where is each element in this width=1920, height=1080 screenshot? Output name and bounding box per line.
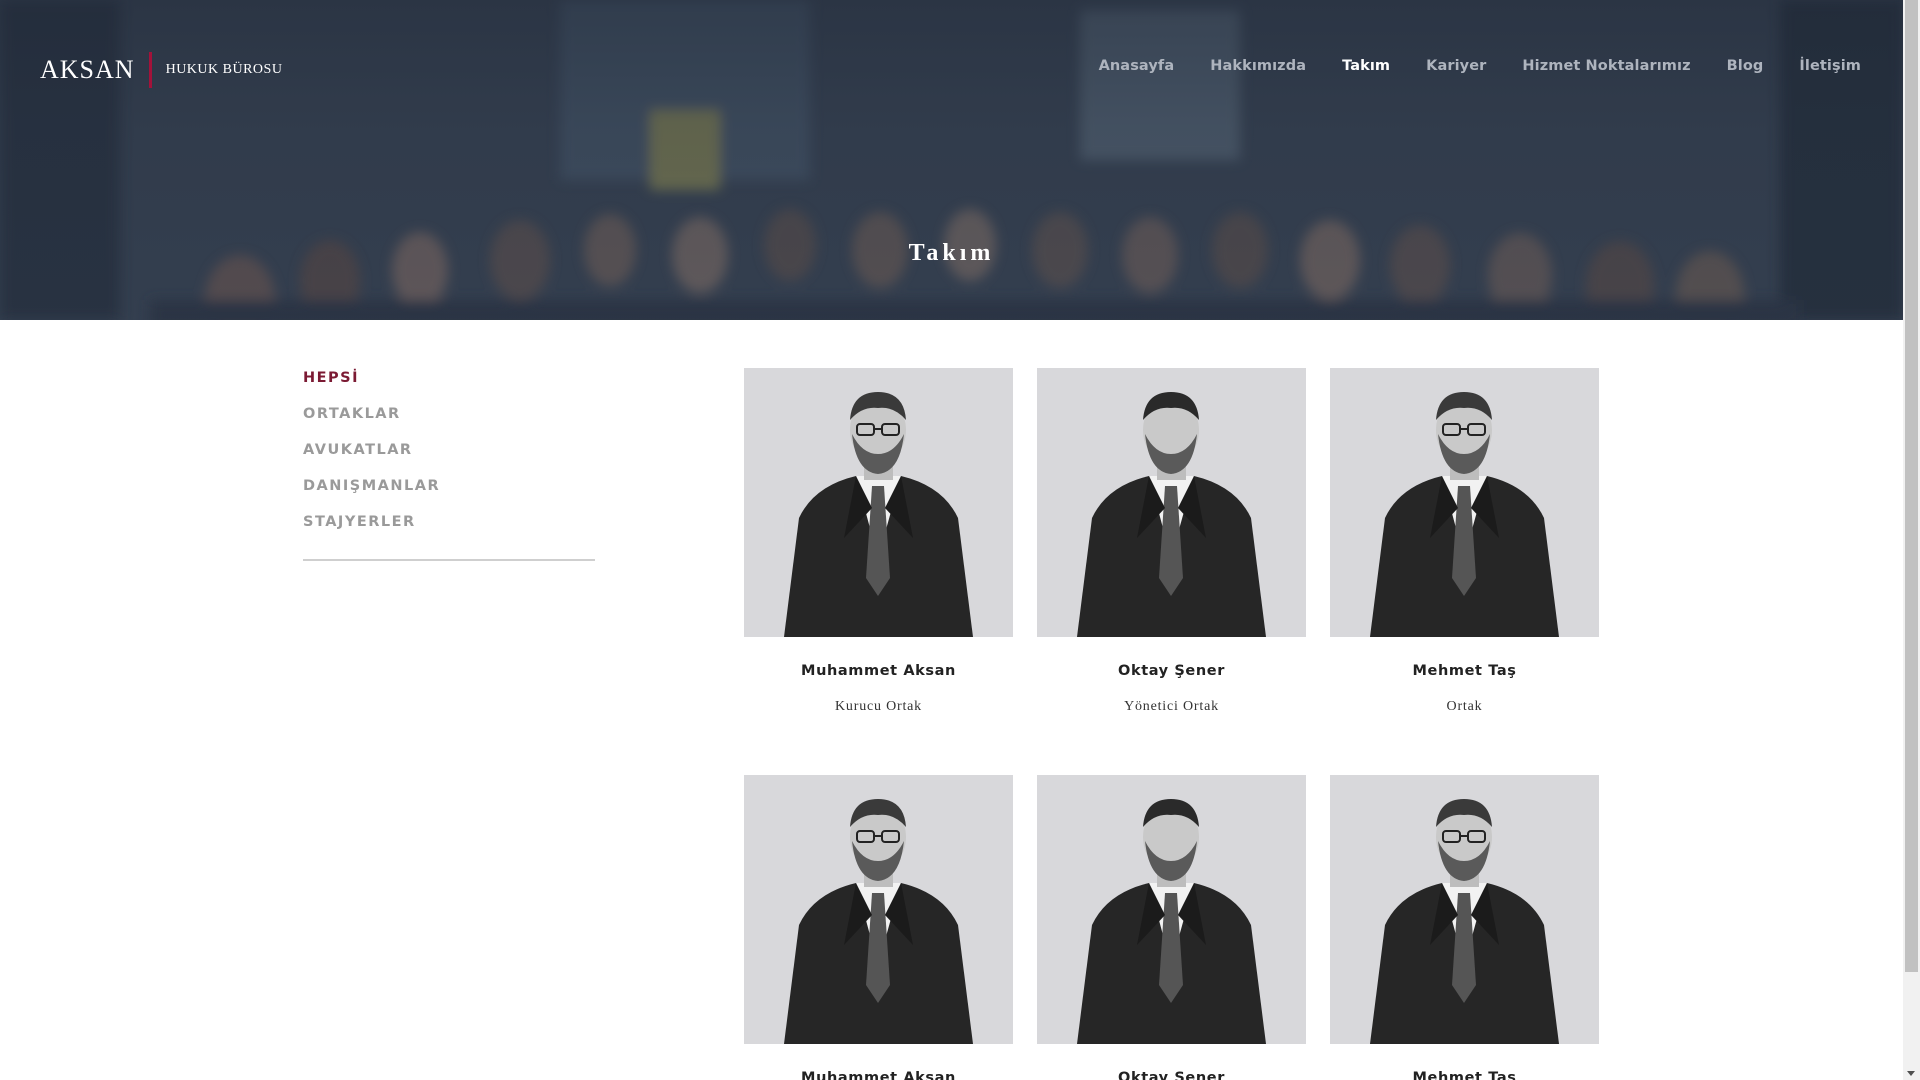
member-photo[interactable]: [744, 775, 1013, 1044]
member-photo[interactable]: [1330, 368, 1599, 637]
nav-item-iletisim[interactable]: İletişim: [1799, 58, 1861, 74]
hero-banner: AKSAN HUKUK BÜROSU Anasayfa Hakkımızda T…: [0, 0, 1903, 320]
portrait-image: [1037, 368, 1306, 637]
page-scrollbar[interactable]: [1903, 0, 1920, 1080]
member-name[interactable]: Muhammet Aksan: [744, 1070, 1013, 1080]
nav-item-hizmet-noktalarimiz[interactable]: Hizmet Noktalarımız: [1522, 58, 1690, 74]
team-filter-list: HEPSİ ORTAKLAR AVUKATLAR DANIŞMANLAR STA…: [303, 365, 595, 561]
team-card[interactable]: Oktay Şener: [1037, 775, 1306, 1080]
team-row: Muhammet Aksan Oktay Şener Mehmet Taş: [744, 775, 1600, 1080]
main-nav: Anasayfa Hakkımızda Takım Kariyer Hizmet…: [1099, 58, 1861, 74]
logo-subtitle: HUKUK BÜROSU: [165, 62, 283, 77]
filter-divider: [303, 559, 595, 561]
portrait-image: [744, 775, 1013, 1044]
team-row: Muhammet Aksan Kurucu Ortak Oktay Şener …: [744, 368, 1600, 715]
filter-consultants[interactable]: DANIŞMANLAR: [303, 473, 595, 509]
team-card[interactable]: Oktay Şener Yönetici Ortak: [1037, 368, 1306, 715]
team-card[interactable]: Mehmet Taş: [1330, 775, 1599, 1080]
member-role: Ortak: [1446, 699, 1483, 714]
member-role: Yönetici Ortak: [1124, 699, 1219, 714]
member-photo[interactable]: [1037, 775, 1306, 1044]
member-photo[interactable]: [1037, 368, 1306, 637]
team-card[interactable]: Muhammet Aksan: [744, 775, 1013, 1080]
team-card[interactable]: Mehmet Taş Ortak: [1330, 368, 1599, 715]
filter-interns[interactable]: STAJYERLER: [303, 509, 595, 545]
member-name[interactable]: Oktay Şener: [1037, 663, 1306, 679]
team-card[interactable]: Muhammet Aksan Kurucu Ortak: [744, 368, 1013, 715]
portrait-image: [1330, 368, 1599, 637]
nav-item-takim[interactable]: Takım: [1342, 58, 1390, 74]
team-grid: Muhammet Aksan Kurucu Ortak Oktay Şener …: [744, 368, 1600, 1080]
portrait-image: [744, 368, 1013, 637]
logo-divider: [148, 52, 152, 88]
page-title: Takım: [908, 240, 995, 266]
nav-item-hakkimizda[interactable]: Hakkımızda: [1210, 58, 1306, 74]
portrait-image: [1330, 775, 1599, 1044]
nav-item-anasayfa[interactable]: Anasayfa: [1099, 58, 1175, 74]
member-name[interactable]: Mehmet Taş: [1330, 1070, 1599, 1080]
filter-all[interactable]: HEPSİ: [303, 365, 595, 401]
nav-item-blog[interactable]: Blog: [1727, 58, 1764, 74]
member-name[interactable]: Mehmet Taş: [1330, 663, 1599, 679]
member-photo[interactable]: [744, 368, 1013, 637]
member-photo[interactable]: [1330, 775, 1599, 1044]
scroll-down-arrow-icon[interactable]: [1907, 1071, 1915, 1076]
nav-item-kariyer[interactable]: Kariyer: [1426, 58, 1486, 74]
member-role: Kurucu Ortak: [835, 699, 922, 714]
member-name[interactable]: Muhammet Aksan: [744, 663, 1013, 679]
filter-lawyers[interactable]: AVUKATLAR: [303, 437, 595, 473]
portrait-image: [1037, 775, 1306, 1044]
logo-wordmark: AKSAN: [40, 55, 135, 84]
member-name[interactable]: Oktay Şener: [1037, 1070, 1306, 1080]
scrollbar-thumb[interactable]: [1905, 0, 1918, 972]
site-logo[interactable]: AKSAN HUKUK BÜROSU: [40, 52, 282, 88]
hero-overlay: [0, 0, 1903, 320]
filter-partners[interactable]: ORTAKLAR: [303, 401, 595, 437]
